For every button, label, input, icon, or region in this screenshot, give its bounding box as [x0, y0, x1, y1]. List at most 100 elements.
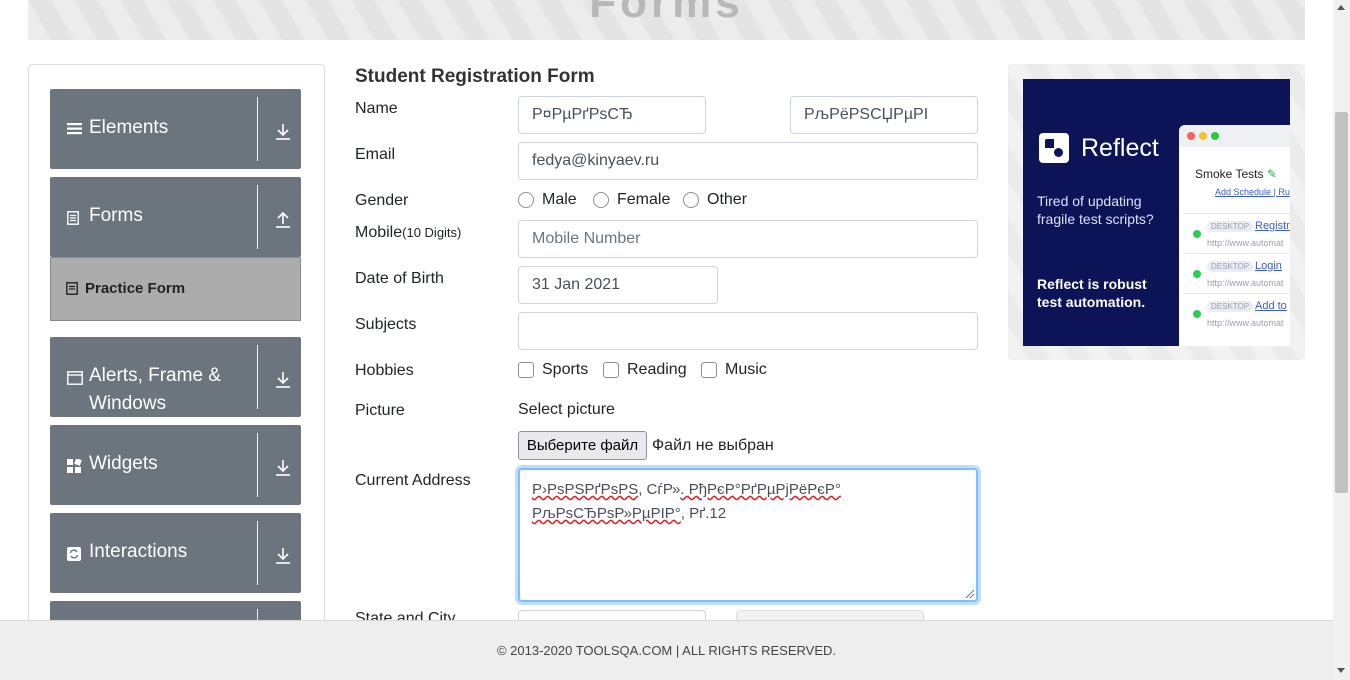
sidebar-item-label: Practice Form [85, 280, 186, 297]
radio-label: Other [707, 191, 748, 208]
sidebar-item-practice-form[interactable]: Practice Form [50, 257, 301, 321]
checkbox-label: Reading [627, 361, 687, 378]
sidebar-group-label: Interactions [89, 541, 188, 562]
form-icon [66, 282, 78, 295]
test-link: Login [1255, 260, 1282, 272]
state-city-label: State and City [355, 610, 456, 620]
subjects-label: Subjects [355, 316, 417, 333]
sidebar-group-alerts[interactable]: Alerts, Frame & Windows [50, 337, 301, 417]
interactions-icon [67, 547, 81, 561]
sidebar-group-label: Forms [89, 205, 143, 226]
separator [257, 433, 258, 497]
radio-circle[interactable] [683, 192, 699, 208]
download-arrow-icon[interactable] [275, 371, 291, 389]
radio-circle[interactable] [518, 192, 534, 208]
test-url: http://www.automat [1207, 238, 1284, 248]
select-picture-label: Select picture [518, 401, 615, 418]
city-select[interactable] [736, 610, 924, 620]
separator [257, 521, 258, 585]
window-title: Smoke Tests ✎ [1195, 167, 1277, 181]
radio-circle[interactable] [593, 192, 609, 208]
scrollbar-thumb[interactable] [1335, 112, 1348, 493]
pencil-icon: ✎ [1266, 167, 1277, 181]
window-title-text: Smoke Tests [1195, 167, 1264, 181]
banner-title: Forms [589, 0, 744, 27]
email-input[interactable]: fedya@kinyaev.ru [518, 142, 978, 180]
separator [257, 97, 258, 161]
page-footer: © 2013-2020 TOOLSQA.COM | ALL RIGHTS RES… [0, 620, 1333, 680]
minimize-dot-icon [1199, 132, 1207, 140]
hobby-reading-checkbox[interactable]: Reading [603, 361, 687, 379]
ad-headline: Reflect is robust test automation. [1037, 276, 1147, 310]
status-dot-icon [1193, 230, 1201, 238]
test-row: DESKTOP Add to http://www.automat [1183, 293, 1290, 333]
scroll-up-arrow-icon[interactable] [1337, 5, 1345, 10]
address-line: РљРѕСЂРѕР»РµРІР°, Рґ.12 [532, 502, 964, 526]
mobile-input[interactable]: Mobile Number [518, 220, 978, 258]
first-name-input[interactable]: Р¤РµРґРѕСЂ [518, 96, 706, 134]
email-label: Email [355, 146, 396, 163]
window-link: Ru [1278, 187, 1290, 197]
address-label: Current Address [355, 472, 471, 489]
state-select[interactable] [518, 610, 706, 620]
hamburger-icon [67, 123, 82, 135]
address-word: , СѓР» [638, 481, 681, 498]
upload-arrow-icon[interactable] [275, 211, 291, 229]
sidebar-group-forms[interactable]: Forms [50, 177, 301, 257]
choose-file-button[interactable]: Выберите файл [518, 431, 647, 460]
last-name-input[interactable]: РљРёРЅСЏРµРІ [790, 96, 978, 134]
mobile-hint: (10 Digits) [402, 225, 462, 240]
window-icon [67, 371, 83, 385]
reflect-logo-icon [1039, 133, 1069, 163]
download-arrow-icon[interactable] [275, 459, 291, 477]
window-links: Add Schedule | Ru [1215, 187, 1290, 197]
sidebar-group-label: Elements [89, 117, 169, 138]
scroll-down-arrow-icon[interactable] [1337, 668, 1345, 673]
ad-tagline: Tired of updating fragile test scripts? [1037, 193, 1154, 227]
mobile-label-text: Mobile [355, 224, 403, 241]
address-word: РљРѕСЂРѕР»РµРІР° [532, 505, 681, 522]
test-row: DESKTOP Login http://www.automat [1183, 253, 1290, 293]
hobby-music-checkbox[interactable]: Music [701, 361, 767, 379]
hobbies-label: Hobbies [355, 362, 414, 379]
test-url: http://www.automat [1207, 278, 1284, 288]
subjects-input[interactable] [518, 312, 978, 350]
checkbox-box[interactable] [701, 362, 717, 378]
name-label: Name [355, 100, 398, 117]
footer-text: © 2013-2020 TOOLSQA.COM | ALL RIGHTS RES… [496, 643, 837, 658]
window-link: Add Schedule [1215, 187, 1272, 197]
test-row: DESKTOP Registr http://www.automat [1183, 213, 1290, 253]
separator [257, 345, 258, 409]
gender-other-radio[interactable]: Other [683, 191, 747, 209]
download-arrow-icon[interactable] [275, 123, 291, 141]
separator [257, 185, 258, 249]
reflect-ad[interactable]: Reflect Tired of updating fragile test s… [1023, 79, 1290, 346]
checkbox-label: Music [725, 361, 767, 378]
checkbox-box[interactable] [518, 362, 534, 378]
hobby-sports-checkbox[interactable]: Sports [518, 361, 588, 379]
checkbox-box[interactable] [603, 362, 619, 378]
sidebar-group-elements[interactable]: Elements [50, 89, 301, 169]
radio-label: Female [617, 191, 671, 208]
checkbox-label: Sports [542, 361, 589, 378]
download-arrow-icon[interactable] [275, 547, 291, 565]
gender-female-radio[interactable]: Female [593, 191, 670, 209]
address-word: . РђРєР°РґРµРјРёРєР° [680, 481, 841, 498]
page-banner: Forms [28, 0, 1305, 40]
address-word: , Рґ.12 [680, 505, 727, 522]
dob-input[interactable]: 31 Jan 2021 [518, 266, 718, 304]
test-link: Add to [1255, 300, 1287, 312]
sidebar-group-widgets[interactable]: Widgets [50, 425, 301, 505]
close-dot-icon [1187, 132, 1195, 140]
document-icon [67, 211, 79, 225]
test-tag: DESKTOP [1207, 221, 1254, 232]
gender-male-radio[interactable]: Male [518, 191, 577, 209]
sidebar: Elements Forms Practice Form Alerts, Fra… [28, 64, 325, 644]
resize-handle[interactable] [966, 590, 974, 598]
test-link: Registr [1255, 220, 1290, 232]
vertical-scrollbar[interactable] [1333, 0, 1350, 680]
sidebar-group-label: Widgets [89, 453, 158, 474]
ad-brand: Reflect [1039, 133, 1159, 163]
current-address-textarea[interactable]: Р›РѕРЅРґРѕРЅ, СѓР». РђРєР°РґРµРјРёРєР° Р… [518, 468, 978, 602]
sidebar-group-interactions[interactable]: Interactions [50, 513, 301, 593]
